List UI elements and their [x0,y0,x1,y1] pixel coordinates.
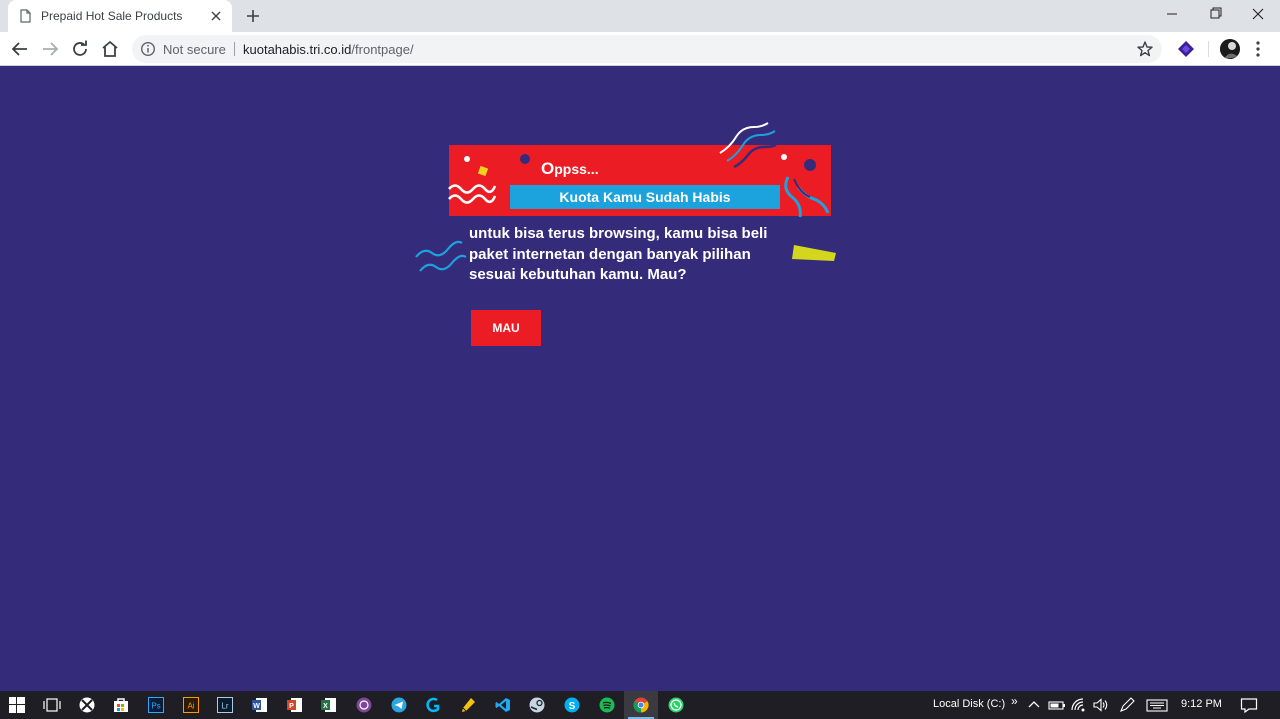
page-icon [20,9,31,23]
taskbar-whatsapp[interactable] [659,691,693,719]
toolbar-divider [1208,41,1209,57]
powerpoint-icon: P [287,698,302,712]
minimize-icon[interactable] [1150,0,1194,28]
close-window-icon[interactable] [1236,0,1280,28]
reload-icon[interactable] [68,37,92,61]
taskbar-illustrator[interactable]: Ai [174,691,208,719]
oops-heading-rest: ppss... [554,161,599,177]
svg-text:P: P [289,703,294,710]
taskbar-photoshop[interactable]: Ps [139,691,173,719]
volume-icon[interactable] [1092,697,1110,713]
browser-tab[interactable]: Prepaid Hot Sale Products [8,0,232,32]
forward-icon[interactable] [38,37,62,61]
taskbar-spotify[interactable] [590,691,624,719]
url-text[interactable]: kuotahabis.tri.co.id/frontpage/ [243,42,414,57]
chevron-up-icon[interactable] [1028,697,1040,713]
new-tab-icon[interactable] [241,4,265,28]
task-view-icon [43,698,61,712]
illustrator-icon: Ai [183,697,199,713]
security-label[interactable]: Not secure [163,42,226,57]
spotify-icon [599,697,615,713]
taskbar-chrome[interactable] [624,691,658,719]
skype-icon: S [564,697,580,713]
taskbar-store[interactable] [104,691,138,719]
chrome-icon [633,697,649,713]
excel-icon: X [321,698,336,712]
svg-text:Ai: Ai [187,702,194,711]
more-menu-icon[interactable] [1252,39,1264,59]
quota-empty-subtitle: Kuota Kamu Sudah Habis [559,189,731,205]
battery-icon[interactable] [1048,697,1066,713]
bookmark-star-icon[interactable] [1136,40,1154,58]
svg-text:Lr: Lr [221,702,228,711]
keyboard-icon[interactable] [1146,697,1168,713]
start-button[interactable] [0,691,34,719]
taskbar-telegram[interactable] [382,691,416,719]
photoshop-icon: Ps [148,697,164,713]
taskbar-steam[interactable] [520,691,554,719]
lightroom-icon: Lr [217,697,233,713]
restore-icon[interactable] [1193,0,1237,28]
message-line: paket internetan dengan banyak pilihan [469,245,751,263]
back-icon[interactable] [8,37,32,61]
taskbar-pencil-app[interactable] [451,691,485,719]
pencil-app-icon [462,698,475,712]
close-tab-icon[interactable] [206,6,226,26]
telegram-icon [391,697,407,713]
taskbar-vscode[interactable] [486,691,520,719]
taskbar-tor[interactable] [347,691,381,719]
notification-center-icon[interactable] [1240,697,1258,713]
svg-text:W: W [253,703,260,710]
oops-heading: Oppss... [541,159,599,179]
profile-avatar[interactable] [1220,39,1240,59]
vscode-icon [495,698,510,712]
message-line: untuk bisa terus browsing, kamu bisa bel… [469,225,768,242]
logitech-icon [426,697,440,713]
taskbar-word[interactable]: W [243,691,277,719]
taskbar: Ps Ai Lr W P X S Local Disk (C:) » 9:12 … [0,691,1280,719]
task-view-button[interactable] [34,691,68,719]
subtitle-bar: Kuota Kamu Sudah Habis [510,185,780,209]
svg-text:X: X [323,703,328,710]
taskbar-powerpoint[interactable]: P [278,691,312,719]
wifi-icon[interactable] [1070,697,1088,713]
address-bar[interactable]: Not secure kuotahabis.tri.co.id/frontpag… [132,35,1162,63]
mau-button[interactable]: MAU [471,310,541,346]
message-text: untuk bisa terus browsing, kamu bisa bel… [469,224,789,286]
avatar-image [1220,39,1240,59]
taskbar-xbox[interactable] [70,691,104,719]
svg-text:Ps: Ps [151,702,160,711]
store-icon [114,698,128,712]
page-content: Oppss... Kuota Kamu Sudah Habis untuk bi… [0,67,1280,691]
omnibox-divider [234,42,235,56]
whatsapp-icon [668,697,684,713]
pen-icon[interactable] [1118,697,1136,713]
taskbar-lightroom[interactable]: Lr [208,691,242,719]
extension-icon[interactable] [1176,39,1196,59]
browser-toolbar: Not secure kuotahabis.tri.co.id/frontpag… [0,32,1280,66]
taskbar-logitech[interactable] [416,691,450,719]
tor-icon [356,697,372,713]
url-host: kuotahabis.tri.co.id [243,42,352,57]
info-icon[interactable] [140,41,156,57]
toolbar-overflow[interactable]: » [1011,694,1018,708]
url-path: /frontpage/ [351,42,414,57]
clock-time[interactable]: 9:12 PM [1181,698,1222,710]
taskbar-skype[interactable]: S [555,691,589,719]
tab-title: Prepaid Hot Sale Products [41,9,183,23]
start-icon [9,697,25,713]
tab-strip: Prepaid Hot Sale Products [0,0,1280,32]
word-icon: W [252,698,267,712]
drive-label[interactable]: Local Disk (C:) [933,698,1005,710]
xbox-icon [79,697,95,713]
taskbar-excel[interactable]: X [312,691,346,719]
oops-heading-initial: O [541,159,555,178]
message-line: sesuai kebutuhan kamu. Mau? [469,266,687,283]
steam-icon [529,697,545,713]
home-icon[interactable] [98,37,122,61]
svg-text:S: S [569,701,576,712]
